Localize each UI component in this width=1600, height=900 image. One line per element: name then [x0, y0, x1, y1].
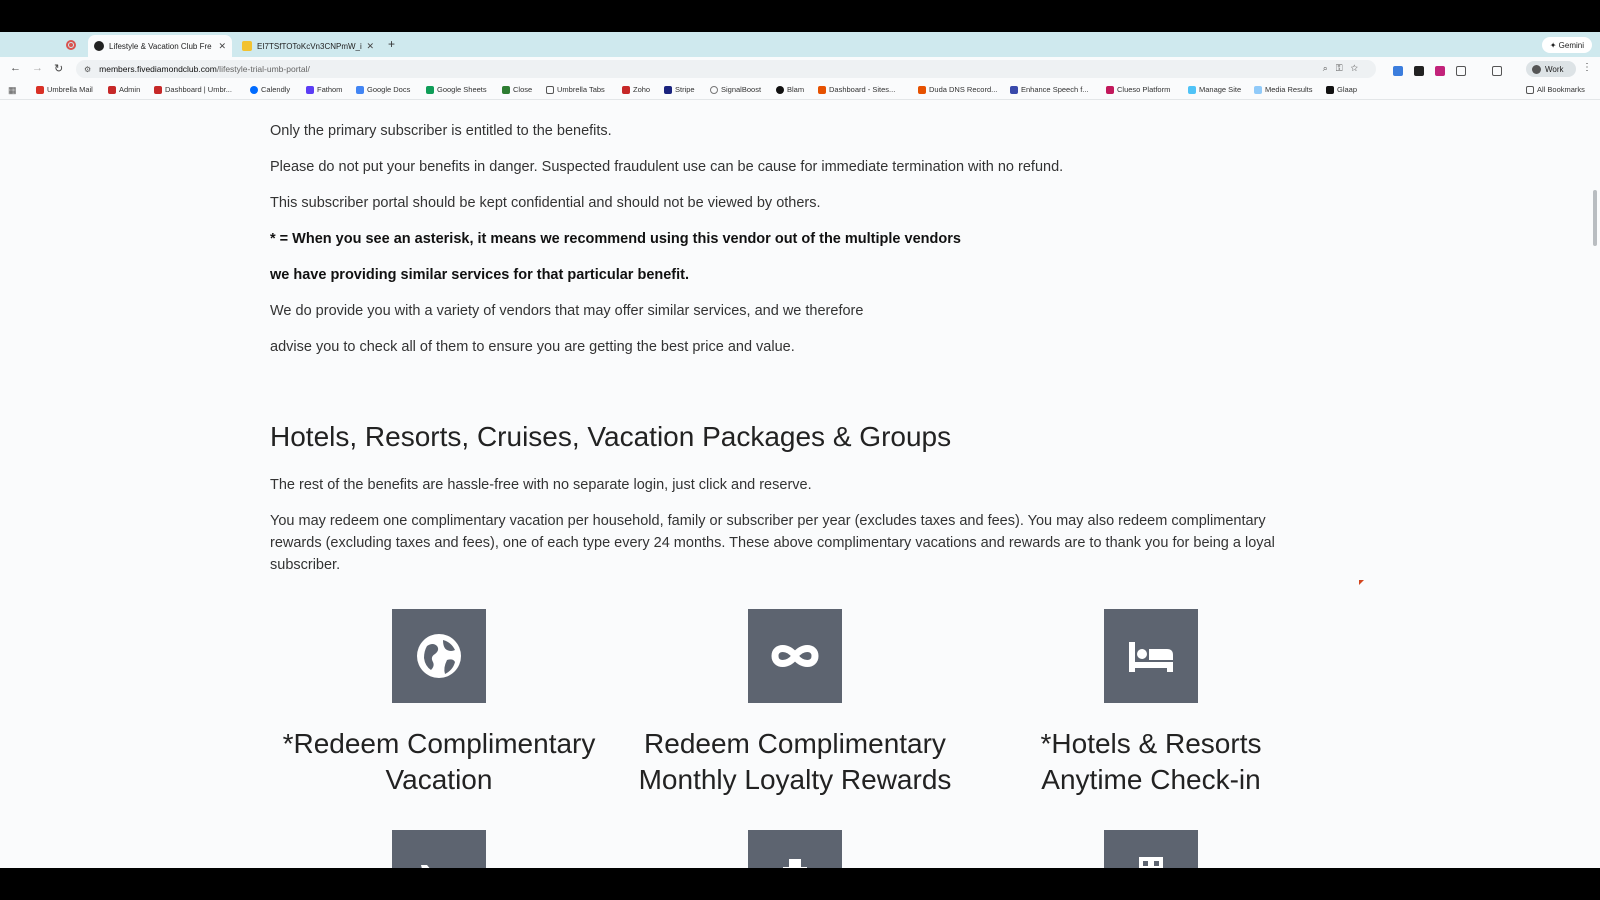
page-content: Only the primary subscriber is entitled … [0, 100, 1600, 868]
close-tab-icon[interactable]: ✕ [218, 41, 226, 52]
apps-grid-icon[interactable]: ▦ [8, 85, 17, 96]
bookmark-item[interactable]: SignalBoost [710, 85, 761, 94]
slides-favicon-icon [242, 41, 252, 51]
building-icon [1139, 857, 1163, 868]
url-host: members.fivediamondclub.com [99, 64, 217, 74]
tab-slides[interactable]: EI7TSfTOToKcVn3CNPmW_i ✕ [236, 35, 380, 57]
recording-icon [66, 40, 76, 50]
tab-title: EI7TSfTOToKcVn3CNPmW_i [257, 41, 362, 51]
bookmark-item[interactable]: Glaap [1326, 85, 1357, 94]
hotels-resorts-tile[interactable] [1104, 609, 1198, 703]
bookmark-item[interactable]: Close [502, 85, 532, 94]
site-info-icon[interactable]: ⚙ [84, 65, 91, 74]
scrollbar[interactable] [1593, 190, 1597, 246]
benefit-label[interactable]: *Hotels & Resorts Anytime Check-in [971, 726, 1331, 798]
bookmarks-bar: ▦ Umbrella Mail Admin Dashboard | Umbr..… [0, 81, 1600, 100]
tab-strip: Lifestyle & Vacation Club Fre ✕ EI7TSfTO… [0, 32, 1600, 57]
paragraph: We do provide you with a variety of vend… [270, 303, 864, 319]
tab-lifestyle-vacation[interactable]: Lifestyle & Vacation Club Fre ✕ [88, 35, 232, 57]
forward-arrow-icon[interactable]: → [32, 62, 43, 74]
bookmark-item[interactable]: Dashboard - Sites... [818, 85, 895, 94]
back-arrow-icon[interactable]: ← [10, 62, 21, 74]
bookmark-item[interactable]: Calendly [250, 85, 290, 94]
loyalty-rewards-tile[interactable] [748, 609, 842, 703]
bookmark-item[interactable]: Clueso Platform [1106, 85, 1170, 94]
extension-icon[interactable] [1435, 66, 1445, 76]
groups-tile[interactable] [1104, 830, 1198, 868]
screen: Lifestyle & Vacation Club Fre ✕ EI7TSfTO… [0, 0, 1600, 900]
paragraph: Please do not put your benefits in dange… [270, 159, 1064, 175]
bookmark-item[interactable]: Dashboard | Umbr... [154, 85, 232, 94]
bed-icon [1129, 642, 1173, 672]
benefit-label[interactable]: *Redeem Complimentary Vacation [259, 726, 619, 798]
close-tab-icon[interactable]: ✕ [366, 41, 374, 52]
bookmark-item[interactable]: Google Docs [356, 85, 410, 94]
asterisk-note: * = When you see an asterisk, it means w… [270, 231, 961, 247]
tab-title: Lifestyle & Vacation Club Fre [109, 41, 212, 51]
globe-icon [417, 634, 461, 678]
paragraph: Only the primary subscriber is entitled … [270, 123, 612, 139]
reload-icon[interactable]: ↻ [54, 62, 63, 75]
flights-tile[interactable] [392, 830, 486, 868]
avatar [1532, 64, 1541, 74]
address-bar[interactable]: ⚙ members.fivediamondclub.com /lifestyle… [76, 60, 1376, 78]
paragraph: This subscriber portal should be kept co… [270, 195, 821, 211]
bookmark-item[interactable]: Duda DNS Record... [918, 85, 997, 94]
paragraph: You may redeem one complimentary vacatio… [270, 513, 1275, 573]
bookmark-item[interactable]: Umbrella Mail [36, 85, 93, 94]
extension-icon[interactable] [1414, 66, 1424, 76]
bookmark-item[interactable]: Zoho [622, 85, 650, 94]
extension-icon[interactable] [1393, 66, 1403, 76]
vacation-tile[interactable] [392, 609, 486, 703]
all-bookmarks-folder[interactable]: All Bookmarks [1526, 85, 1585, 94]
cruises-tile[interactable] [748, 830, 842, 868]
profile-label: Work [1545, 64, 1564, 74]
bookmark-item[interactable]: Fathom [306, 85, 342, 94]
paragraph: The rest of the benefits are hassle-free… [270, 477, 812, 493]
menu-icon[interactable]: ⋮ [1582, 62, 1592, 73]
url-path: /lifestyle-trial-umb-portal/ [216, 64, 310, 74]
gemini-button[interactable]: ✦ Gemini [1541, 37, 1592, 53]
paragraph: advise you to check all of them to ensur… [270, 339, 795, 355]
plane-landing-icon [421, 865, 430, 868]
bookmark-item[interactable]: Stripe [664, 85, 695, 94]
browser-window: Lifestyle & Vacation Club Fre ✕ EI7TSfTO… [0, 32, 1600, 868]
bookmark-item[interactable]: Admin [108, 85, 140, 94]
puzzle-icon[interactable] [1456, 66, 1466, 76]
profile-button[interactable]: Work [1526, 61, 1576, 77]
bookmark-item[interactable]: Manage Site [1188, 85, 1241, 94]
toolbar: ← → ↻ ⚙ members.fivediamondclub.com /lif… [0, 57, 1600, 81]
ship-icon [783, 859, 807, 868]
bookmark-item[interactable]: Umbrella Tabs [546, 85, 605, 94]
bookmark-item[interactable]: Media Results [1254, 85, 1313, 94]
bookmark-item[interactable]: Enhance Speech f... [1010, 85, 1089, 94]
infinity-icon [771, 645, 819, 667]
bookmark-item[interactable]: Google Sheets [426, 85, 487, 94]
asterisk-note-continued: we have providing similar services for t… [270, 267, 690, 283]
section-heading: Hotels, Resorts, Cruises, Vacation Packa… [270, 421, 952, 452]
new-tab-button[interactable]: + [388, 37, 395, 51]
bookmark-star-icon[interactable]: ⌕⚿☆ [1323, 63, 1366, 74]
benefit-label[interactable]: Redeem Complimentary Monthly Loyalty Rewa… [615, 726, 975, 798]
mouse-cursor [1359, 580, 1364, 585]
side-panel-icon[interactable] [1492, 66, 1502, 76]
bookmark-item[interactable]: Blam [776, 85, 804, 94]
site-favicon-icon [94, 41, 104, 51]
